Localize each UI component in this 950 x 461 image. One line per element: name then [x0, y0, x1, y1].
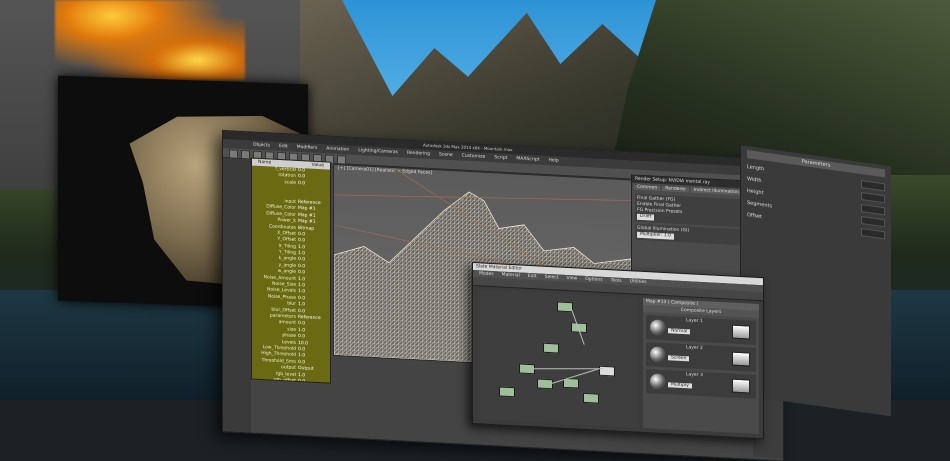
multiplier-field[interactable]: Multiplier: 1.0 [637, 231, 674, 240]
material-preview-icon [650, 346, 666, 364]
menu-modifiers[interactable]: Modifiers [297, 143, 318, 153]
graph-node[interactable] [499, 386, 515, 398]
menu-animation[interactable]: Animation [326, 144, 349, 154]
composite-layer[interactable]: Layer 2 Screen [646, 342, 756, 372]
header-value: Value [311, 162, 324, 169]
slate-menu-edit[interactable]: Edit [528, 273, 537, 280]
offset-spinner[interactable] [861, 228, 885, 240]
layer-list: Layer 1 Normal Layer 2 Screen Layer 3 Multipl… [643, 315, 759, 399]
composite-layer[interactable]: Layer 1 Normal [646, 315, 756, 345]
final-gather-section: Final Gather (FG) Enable Final Gather FG… [635, 193, 751, 228]
gi-section: Global Illumination (GI) Multiplier: 1.0 [635, 223, 751, 246]
menu-customize[interactable]: Customize [462, 152, 486, 162]
tab-indirect[interactable]: Indirect Illumination [690, 187, 742, 196]
composite-layer[interactable]: Layer 3 Multiply [646, 369, 756, 399]
slate-menu-select[interactable]: Select [545, 274, 559, 282]
menu-objects[interactable]: Objects [253, 141, 270, 151]
node-graph[interactable] [479, 289, 639, 428]
material-parameters: Map #13 ( Composite ) Composite Layers L… [643, 297, 759, 435]
mask-swatch-icon[interactable] [732, 351, 750, 367]
graph-node[interactable] [583, 392, 599, 404]
slate-menu-view[interactable]: View [567, 275, 578, 283]
lava-texture [55, 0, 245, 80]
slate-menu-modes[interactable]: Modes [479, 270, 494, 278]
graph-node[interactable] [543, 342, 559, 354]
menu-help[interactable]: Help [548, 156, 558, 166]
redo-icon[interactable] [241, 149, 250, 160]
tab-common[interactable]: Common [634, 184, 661, 191]
menu-scene[interactable]: Scene [439, 150, 453, 160]
slate-menu-options[interactable]: Options [585, 276, 602, 284]
mask-swatch-icon[interactable] [732, 378, 750, 394]
tab-renderer[interactable]: Renderer [662, 186, 689, 193]
slate-material-editor: Slate Material Editor Modes Material Edi… [472, 262, 764, 440]
blend-mode-dropdown[interactable]: Screen [668, 355, 690, 362]
menu-rendering[interactable]: Rendering [407, 149, 430, 159]
slate-menu-utilities[interactable]: Utilities [630, 278, 647, 286]
slate-menu-tools[interactable]: Tools [611, 277, 622, 285]
menu-maxscript[interactable]: MAXScript [516, 154, 539, 164]
undo-icon[interactable] [229, 149, 238, 159]
parameter-panel: Name Value f_vertical 0.0 rotation 0.0 scale… [251, 157, 331, 384]
material-preview-icon [650, 373, 666, 391]
slate-menu-material[interactable]: Material [502, 272, 520, 280]
menu-edit[interactable]: Edit [279, 142, 288, 151]
parameter-rows: f_vertical 0.0 rotation 0.0 scale 0.0 input Ref… [252, 166, 330, 384]
left-toolstrip [223, 158, 251, 433]
menu-script[interactable]: Script [494, 153, 507, 163]
parameter-value[interactable]: 0.0 [298, 181, 305, 188]
layer-label: Layer 3 [686, 372, 703, 379]
render-icon[interactable] [337, 155, 346, 165]
blend-mode-dropdown[interactable]: Normal [668, 328, 691, 335]
preset-dropdown[interactable]: Draft [637, 213, 655, 221]
blend-mode-dropdown[interactable]: Multiply [668, 382, 692, 389]
layer-label: Layer 2 [686, 345, 703, 352]
mask-swatch-icon[interactable] [732, 324, 750, 340]
material-preview-icon [650, 319, 666, 337]
layer-label: Layer 1 [686, 318, 703, 325]
